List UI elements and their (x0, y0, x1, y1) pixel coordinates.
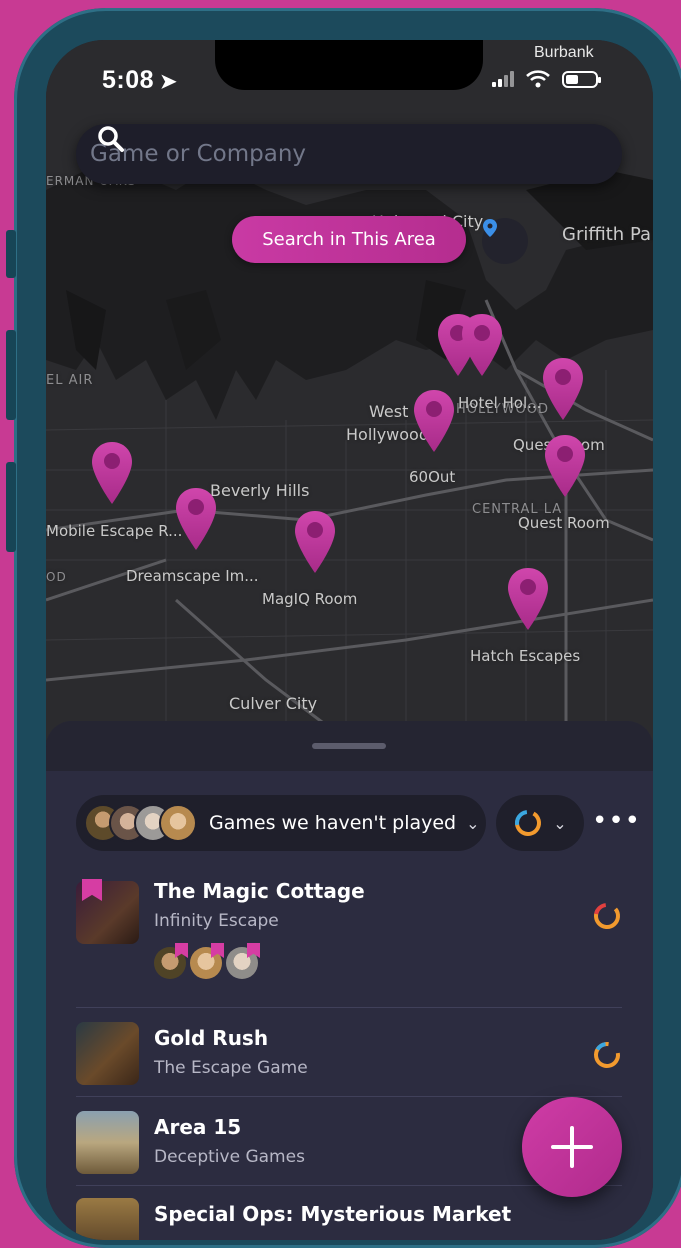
sheet-grabber[interactable] (312, 743, 386, 749)
game-company: The Escape Game (154, 1058, 308, 1078)
bookmark-icon (82, 879, 102, 901)
list-item[interactable]: Gold Rush The Escape Game (76, 1008, 622, 1097)
bookmarked-by-avatars (154, 943, 260, 979)
map-pin-icon[interactable] (541, 356, 585, 422)
side-button-silent (6, 230, 16, 278)
avatar (226, 943, 260, 979)
filter-label: Games we haven't played (209, 812, 457, 834)
status-time-text: 5:08 (102, 66, 155, 94)
map-label: Griffith Pa (562, 224, 652, 245)
map-pin-icon[interactable] (506, 566, 550, 632)
map-label: OD (46, 570, 67, 584)
avatar (154, 943, 188, 979)
map-label: Culver City (229, 694, 318, 713)
search-icon (98, 126, 124, 152)
game-thumbnail (76, 879, 139, 944)
progress-ring-icon (594, 903, 620, 929)
search-this-area-button[interactable]: Search in This Area (232, 216, 466, 263)
location-arrow-icon: ➤ (160, 71, 178, 93)
filter-dropdown[interactable]: Games we haven't played ⌄ (76, 795, 486, 851)
venue-label[interactable]: MagIQ Room (262, 590, 357, 608)
game-title: Special Ops: Mysterious Market (154, 1202, 512, 1226)
location-button[interactable] (482, 218, 528, 264)
list-item[interactable]: Special Ops: Mysterious Market (76, 1186, 622, 1240)
venue-label[interactable]: Quest Room (518, 514, 610, 532)
venue-label[interactable]: Mobile Escape R... (46, 522, 182, 540)
status-icons (492, 70, 601, 88)
game-title: The Magic Cottage (154, 879, 365, 903)
game-thumbnail (76, 1111, 139, 1174)
progress-ring-icon (515, 810, 542, 836)
app-screen: Universal City Griffith Pa ERMAN OAKS EL… (46, 40, 653, 1240)
search-input[interactable] (88, 140, 552, 168)
plus-icon (551, 1126, 593, 1168)
signal-icon (492, 71, 514, 87)
status-carrier: Burbank (534, 44, 594, 61)
map-pin-icon[interactable] (543, 433, 587, 499)
wifi-icon (526, 70, 550, 88)
bookmark-icon (211, 943, 224, 958)
bookmark-icon (247, 943, 260, 958)
map-view[interactable]: Universal City Griffith Pa ERMAN OAKS EL… (46, 40, 653, 740)
game-title: Gold Rush (154, 1026, 269, 1050)
chevron-down-icon: ⌄ (553, 813, 567, 833)
venue-label[interactable]: Hotel Hol... (458, 394, 541, 412)
game-company: Infinity Escape (154, 911, 279, 931)
progress-ring-icon (594, 1042, 620, 1068)
chevron-down-icon: ⌄ (466, 813, 480, 833)
avatar (159, 804, 197, 842)
side-button-volume-down (6, 462, 16, 552)
game-company: Deceptive Games (154, 1147, 305, 1167)
map-pin-icon[interactable] (174, 486, 218, 552)
map-pin-icon[interactable] (412, 388, 456, 454)
map-pin-icon[interactable] (460, 312, 504, 378)
venue-label[interactable]: 60Out (409, 468, 455, 486)
status-time: 5:08 ➤ (102, 66, 177, 95)
group-avatars (84, 804, 197, 842)
more-options-icon[interactable]: ••• (592, 808, 641, 834)
game-thumbnail (76, 1198, 139, 1240)
bookmark-icon (175, 943, 188, 958)
game-title: Area 15 (154, 1115, 242, 1139)
map-label: Beverly Hills (210, 481, 310, 500)
map-label: West (369, 402, 409, 421)
venue-label[interactable]: Dreamscape Im... (126, 567, 259, 585)
list-item[interactable]: The Magic Cottage Infinity Escape (76, 871, 622, 1008)
map-pin-icon[interactable] (293, 509, 337, 575)
add-button[interactable] (522, 1097, 622, 1197)
avatar (190, 943, 224, 979)
map-label: EL AIR (46, 373, 94, 388)
battery-icon (562, 70, 601, 88)
side-button-volume-up (6, 330, 16, 420)
map-pin-icon[interactable] (90, 440, 134, 506)
venue-label[interactable]: Hatch Escapes (470, 647, 580, 665)
sheet-header[interactable] (46, 721, 653, 771)
location-pin-icon (483, 219, 497, 237)
device-notch (215, 40, 483, 90)
status-filter-dropdown[interactable]: ⌄ (496, 795, 584, 851)
search-bar[interactable] (76, 124, 622, 184)
game-thumbnail (76, 1022, 139, 1085)
